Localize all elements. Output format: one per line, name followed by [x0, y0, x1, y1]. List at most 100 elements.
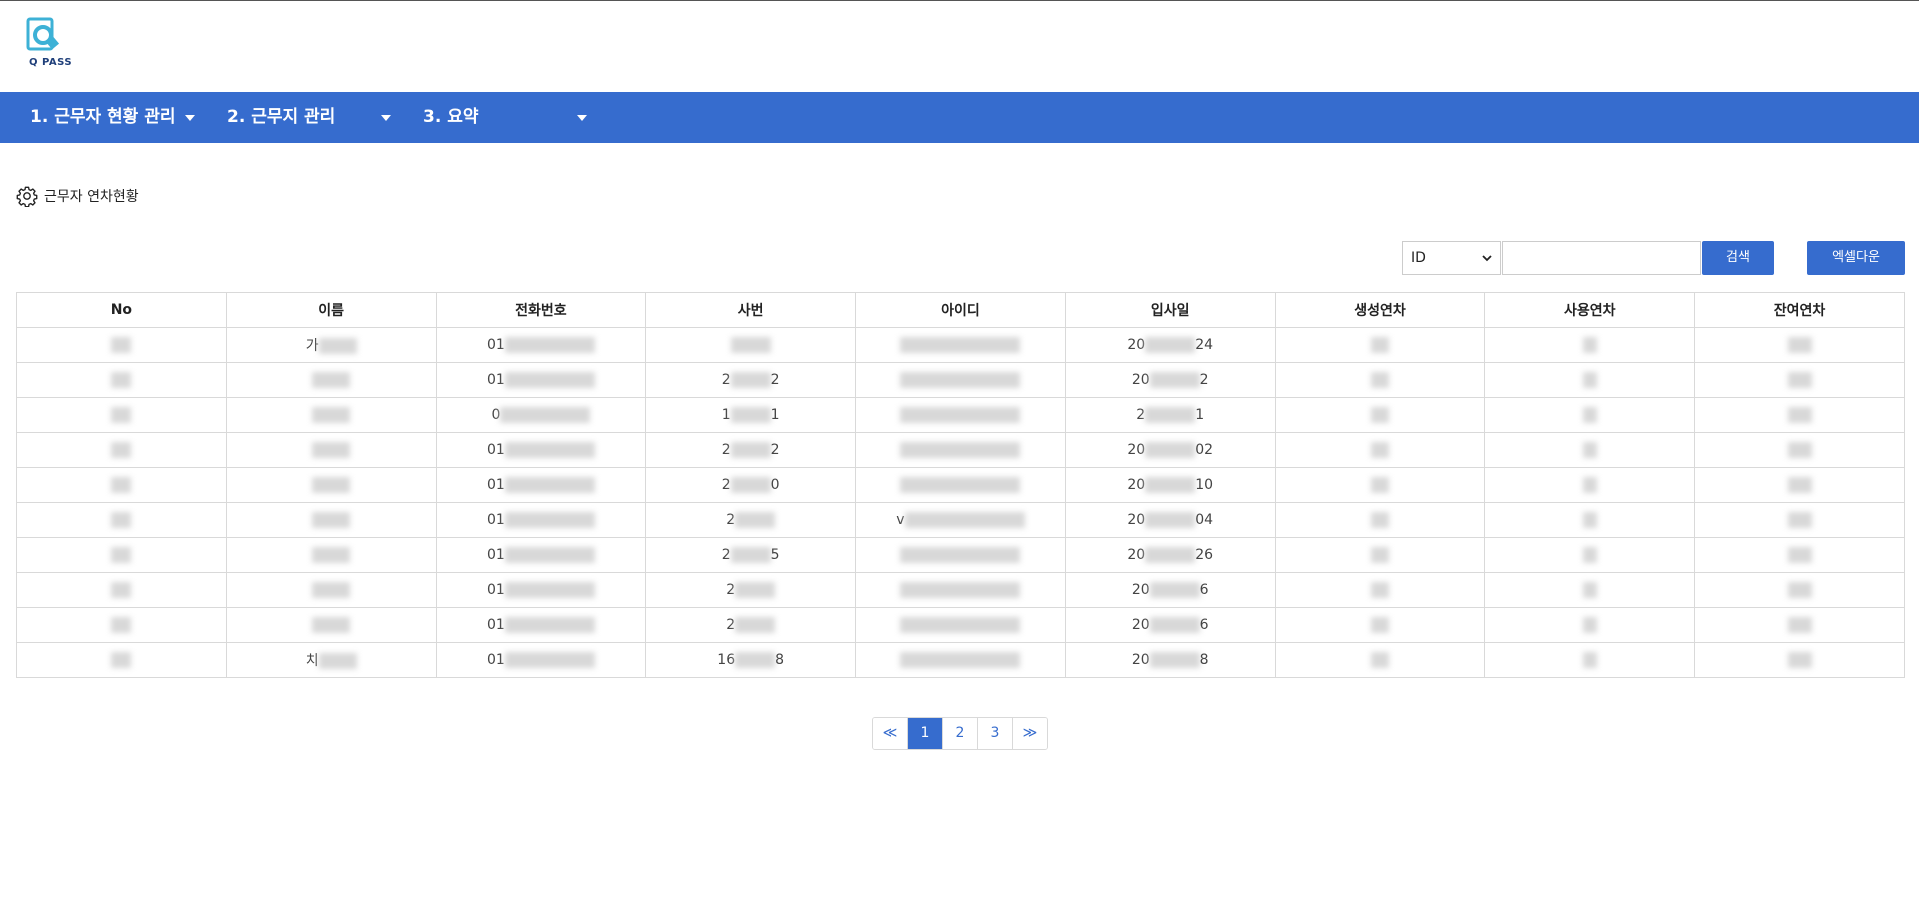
redacted-value	[1149, 372, 1200, 388]
table-row[interactable]: 01 2 20 6	[16, 572, 1905, 608]
redacted-value	[111, 652, 132, 668]
pagination-prev[interactable]: ≪	[873, 718, 907, 749]
cell-text: 20	[1131, 617, 1150, 633]
redacted-value	[1787, 652, 1812, 668]
table-cell	[855, 572, 1066, 608]
logo[interactable]: Q PASS	[26, 17, 72, 73]
table-cell	[1484, 642, 1696, 678]
redacted-value	[1582, 372, 1597, 388]
table-row[interactable]: 01 2 5 20 26	[16, 537, 1905, 573]
table-cell	[1274, 572, 1486, 608]
pagination-next[interactable]: ≫	[1012, 718, 1047, 749]
redacted-value	[1145, 547, 1196, 563]
table-cell: 22	[645, 432, 857, 468]
table-cell	[16, 642, 227, 678]
redacted-value	[1149, 582, 1200, 598]
nav-item-worker-status[interactable]: 1. 근무자 현황 관리	[30, 92, 176, 143]
redacted-value	[312, 582, 351, 598]
table-cell	[1694, 642, 1905, 678]
table-cell: 25	[645, 537, 857, 573]
redacted-value	[500, 407, 591, 423]
redacted-value	[312, 372, 351, 388]
redacted-value	[1582, 547, 1597, 563]
redacted-value	[735, 582, 776, 598]
redacted-value	[904, 512, 1025, 528]
search-button[interactable]: 검색	[1702, 241, 1774, 275]
nav-item-worksite[interactable]: 2. 근무지 관리	[227, 92, 335, 143]
chevron-down-icon[interactable]	[185, 115, 195, 121]
redacted-value	[111, 617, 132, 633]
redacted-value	[1582, 652, 1597, 668]
column-header: 잔여연차	[1694, 292, 1905, 328]
table-cell: 20 6	[1064, 572, 1276, 608]
redacted-value	[900, 442, 1021, 458]
table-row[interactable]: 치 01 16 8 20 8	[16, 642, 1905, 678]
table-row[interactable]: 01 2 v 20 04	[16, 502, 1905, 538]
cell-text: 01	[487, 337, 505, 353]
pagination-page-2[interactable]: 2	[942, 718, 977, 749]
table-row[interactable]: 가 01 20 24	[16, 327, 1905, 363]
nav-item-summary[interactable]: 3. 요약	[423, 92, 479, 143]
chevron-down-icon[interactable]	[381, 115, 391, 121]
table-cell	[1694, 397, 1905, 433]
redacted-value	[730, 442, 771, 458]
table-cell	[225, 537, 437, 573]
table-cell	[1694, 537, 1905, 573]
table-cell: 01	[435, 572, 647, 608]
redacted-value	[735, 617, 776, 633]
cell-text: 1	[721, 407, 731, 423]
table-row[interactable]: 01 2 2 20 2	[16, 362, 1905, 398]
redacted-value	[312, 407, 351, 423]
table-cell	[1694, 467, 1905, 503]
table-row[interactable]: 01121	[16, 397, 1905, 433]
redacted-value	[318, 338, 357, 354]
redacted-value	[504, 512, 595, 528]
chevron-down-icon[interactable]	[577, 115, 587, 121]
cell-text: 01	[487, 617, 505, 633]
table-cell	[1694, 432, 1905, 468]
redacted-value	[504, 337, 595, 353]
table-cell	[855, 327, 1066, 363]
redacted-value	[1787, 407, 1812, 423]
annual-leave-table: No 이름 전화번호 사번 아이디 입사일 생성연차 사용연차 잔여연차 가 01 20 24 01 2 2…	[16, 292, 1905, 678]
table-cell: 01	[435, 362, 647, 398]
table-cell: 20	[645, 467, 857, 503]
table-cell: 01	[435, 537, 647, 573]
redacted-value	[1787, 442, 1812, 458]
gear-icon	[16, 186, 38, 207]
redacted-value	[900, 337, 1021, 353]
table-cell	[1484, 327, 1696, 363]
cell-text: 2	[721, 372, 731, 388]
pagination-page-3[interactable]: 3	[977, 718, 1012, 749]
table-cell: 가	[225, 327, 437, 363]
table-cell	[1694, 572, 1905, 608]
table-cell	[1484, 572, 1696, 608]
table-cell	[855, 432, 1066, 468]
cell-text: v	[896, 512, 905, 528]
cell-text: 16	[717, 652, 736, 668]
cell-text: 가	[305, 338, 319, 354]
pagination-page-1[interactable]: 1	[907, 718, 942, 749]
table-cell	[225, 467, 437, 503]
redacted-value	[1145, 512, 1196, 528]
redacted-value	[1787, 372, 1812, 388]
table-row[interactable]: 01 2 20 6	[16, 607, 1905, 643]
table-row[interactable]: 01 2 0 20 10	[16, 467, 1905, 503]
table-cell	[16, 397, 227, 433]
table-cell: 01	[435, 432, 647, 468]
table-cell	[1274, 397, 1486, 433]
redacted-value	[1582, 337, 1597, 353]
table-cell	[225, 432, 437, 468]
table-cell: 20 24	[1064, 327, 1276, 363]
cell-text: 20	[1127, 477, 1146, 493]
table-cell: 2	[645, 502, 857, 538]
pagination: ≪ 1 2 3 ≫	[872, 717, 1048, 750]
search-field-select[interactable]: ID	[1402, 241, 1501, 275]
cell-text: 01	[487, 512, 505, 528]
excel-download-button[interactable]: 엑셀다운	[1807, 241, 1905, 275]
search-input[interactable]	[1502, 241, 1701, 275]
table-row[interactable]: 01 2 2 20 02	[16, 432, 1905, 468]
table-cell: 16 8	[645, 642, 857, 678]
table-cell: 20 2	[1064, 362, 1276, 398]
table-cell	[1274, 432, 1486, 468]
